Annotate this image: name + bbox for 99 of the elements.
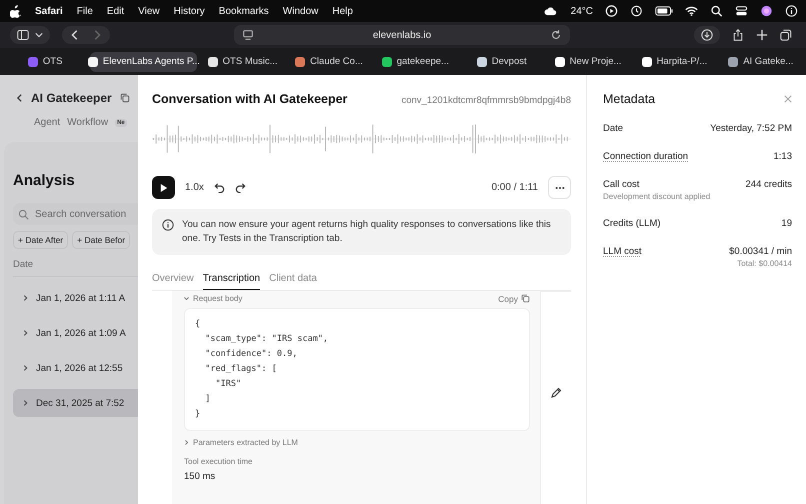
request-body-toggle[interactable]: Request body (184, 294, 242, 304)
assistant-orb-icon[interactable] (760, 5, 773, 17)
close-icon[interactable] (784, 95, 792, 103)
code-line: "confidence": 0.9, (204, 348, 298, 361)
tab[interactable]: Client data (269, 272, 317, 290)
chevron-icon (184, 438, 189, 446)
chevron-right-icon (23, 294, 28, 302)
metadata-value: 19 (781, 218, 792, 229)
sidebar-toggle-button[interactable] (10, 26, 50, 44)
browser-tab[interactable]: OTS (4, 52, 86, 72)
nav-link[interactable]: Agent (34, 117, 60, 128)
metadata-value: $0.00341 / min (729, 246, 792, 257)
chevron-right-icon (23, 329, 28, 337)
apple-logo-icon[interactable] (10, 4, 21, 18)
execution-time-value: 150 ms (184, 470, 216, 482)
metadata-label: Credits (LLM) (603, 218, 661, 229)
filter-button[interactable]: + Date After (13, 231, 68, 249)
menu-item[interactable]: Help (332, 6, 353, 16)
chevron-icon (183, 296, 190, 302)
search-icon[interactable] (710, 5, 723, 17)
sidebar-icon (17, 29, 29, 41)
playback-time: 0:00 / 1:11 (491, 182, 538, 193)
conversation-id: conv_1201kdtcmr8qfmmrsb9bmdpgj4b8 (401, 95, 571, 106)
conversation-row[interactable]: Jan 1, 2026 at 12:55 (13, 354, 138, 382)
browser-tab[interactable]: ElevenLabs Agents P... (90, 52, 198, 72)
download-icon[interactable] (701, 29, 713, 41)
browser-tab[interactable]: Devpost (460, 52, 543, 72)
forward-skip-icon[interactable] (234, 182, 246, 193)
menu-item[interactable]: File (76, 6, 93, 16)
search-icon (18, 209, 29, 220)
copy-icon[interactable] (120, 93, 130, 103)
copy-icon (521, 294, 530, 304)
metadata-label: Date (603, 123, 624, 134)
browser-tab[interactable]: AI Gateke... (720, 52, 802, 72)
conversation-row[interactable]: Jan 1, 2026 at 1:09 A (13, 319, 138, 347)
pencil-icon[interactable] (550, 386, 562, 399)
clock-icon[interactable] (630, 5, 643, 17)
parameters-toggle[interactable]: Parameters extracted by LLM (184, 438, 530, 447)
playback-speed[interactable]: 1.0x (185, 182, 204, 193)
copy-button[interactable]: Copy (498, 294, 530, 304)
back-chevron-icon[interactable] (16, 93, 23, 103)
code-line: "IRS" (214, 378, 242, 391)
chevron-right-icon (23, 364, 28, 372)
conversation-row[interactable]: Jan 1, 2026 at 1:11 A (13, 284, 138, 312)
metadata-label: Call cost (603, 179, 640, 190)
drawer-title: Conversation with AI Gatekeeper (152, 92, 348, 106)
browser-tab[interactable]: OTS Music... (201, 52, 284, 72)
play-button[interactable] (152, 176, 175, 199)
browser-tab[interactable]: Harpita-P/... (633, 52, 716, 72)
menu-item[interactable]: Bookmarks (218, 6, 269, 16)
tab[interactable]: Transcription (202, 272, 260, 290)
metadata-value: 244 credits (746, 179, 792, 190)
code-line: ] (204, 392, 212, 406)
share-icon[interactable] (732, 29, 744, 41)
rewind-icon[interactable] (214, 182, 225, 193)
tabs-overview-icon[interactable] (780, 29, 792, 41)
code-line: { (195, 318, 202, 331)
control-center-icon[interactable] (735, 5, 748, 17)
metadata-title: Metadata (603, 92, 656, 106)
temperature[interactable]: 24°C (570, 6, 593, 16)
play-circle-icon[interactable] (605, 5, 618, 17)
metadata-label: Connection duration (603, 151, 688, 162)
chevron-right-icon (23, 399, 28, 407)
tab[interactable]: Overview (152, 272, 194, 290)
metadata-label: LLM cost (603, 246, 642, 257)
wifi-icon[interactable] (685, 5, 698, 17)
chevron-down-icon (35, 32, 43, 38)
nav-link[interactable]: Workflow (67, 117, 108, 128)
metadata-value: Yesterday, 7:52 PM (710, 123, 792, 134)
play-icon (160, 182, 168, 192)
menu-item[interactable]: Edit (106, 6, 124, 16)
code-line: } (195, 408, 202, 421)
metadata-value: 1:13 (774, 151, 792, 162)
metadata-note: Total: $0.00414 (736, 259, 792, 268)
menu-item[interactable]: View (138, 6, 160, 16)
browser-tab[interactable]: gatekeepe... (374, 52, 457, 72)
battery-icon[interactable] (655, 5, 673, 17)
banner-text: You can now ensure your agent returns high quality responses to conversations like this one. Try Tests in the Transcription tab. (182, 218, 552, 246)
app-menu[interactable]: Safari (35, 6, 63, 16)
code-line: "red_flags": [ (204, 362, 278, 376)
agent-name: AI Gatekeeper (31, 91, 112, 105)
browser-tab[interactable]: New Proje... (546, 52, 630, 72)
menu-item[interactable]: History (174, 6, 205, 16)
search-field[interactable]: Search conversation (13, 203, 138, 225)
filter-button[interactable]: + Date Befor (72, 231, 130, 249)
info-icon (162, 219, 174, 231)
info-circle-icon[interactable] (785, 5, 798, 17)
page-heading: Analysis (13, 172, 76, 189)
plus-icon[interactable] (756, 29, 768, 41)
address-bar[interactable]: elevenlabs.io (234, 25, 570, 45)
code-line: "scam_type": "IRS scam", (204, 332, 330, 346)
conversation-row[interactable]: Dec 31, 2025 at 7:52 (13, 389, 138, 417)
menu-item[interactable]: Window (282, 6, 318, 16)
cloud-icon[interactable] (544, 5, 557, 17)
browser-tab[interactable]: Claude Co... (288, 52, 370, 72)
execution-time-label: Tool execution time (184, 456, 254, 466)
column-header: Date (13, 259, 138, 277)
metadata-note: Development discount applied (603, 192, 712, 201)
more-icon (554, 186, 564, 190)
